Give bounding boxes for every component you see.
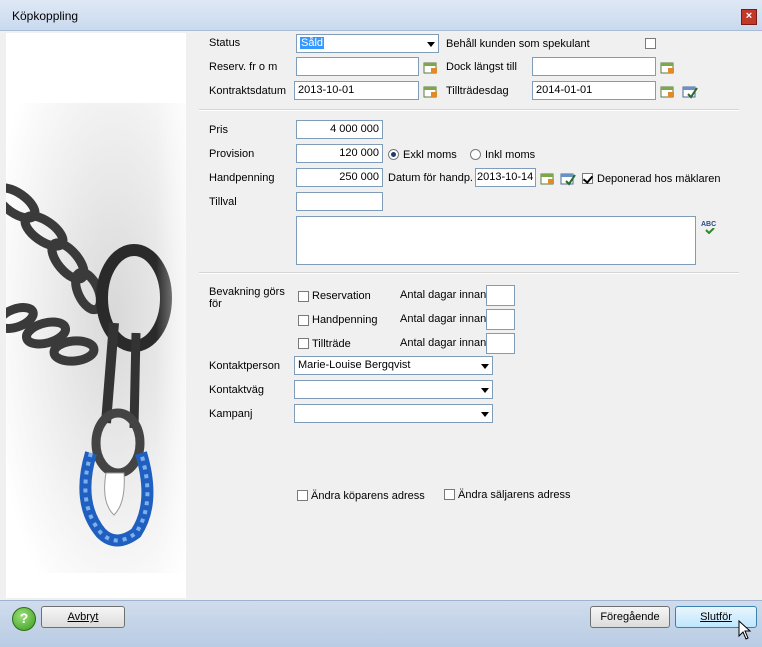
reservation-label: Reserv. fr o m [209,61,278,73]
days-before-label: Antal dagar innan [400,289,487,301]
contact-route-select[interactable] [294,380,493,399]
previous-button-label: Föregående [600,611,660,623]
help-icon[interactable]: ? [12,607,36,631]
monitor-access-checkbox[interactable] [298,338,309,349]
spellcheck-check-icon [705,228,715,234]
mouse-cursor-icon [738,620,752,640]
contact-route-label: Kontaktväg [209,384,265,396]
change-seller-address-label: Ändra säljarens adress [458,489,571,501]
status-value: Såld [300,37,325,49]
monitor-deposit-label: Handpenning [312,314,378,326]
incl-vat-label: Inkl moms [485,149,536,161]
dock-date-input[interactable] [532,57,656,76]
access-days-input[interactable] [486,333,515,354]
calendar-icon[interactable] [660,85,675,98]
monitor-reservation-label: Reservation [312,290,371,302]
status-label: Status [209,37,241,49]
deposit-input[interactable]: 250 000 [296,168,383,187]
days-before-label: Antal dagar innan [400,337,487,349]
campaign-label: Kampanj [209,408,253,420]
chevron-down-icon [481,364,489,369]
deposited-with-broker-label: Deponerad hos mäklaren [597,173,721,185]
chevron-down-icon [481,412,489,417]
contact-person-label: Kontaktperson [209,360,280,372]
separator [199,272,739,274]
commission-input[interactable]: 120 000 [296,144,383,163]
chain-illustration [6,33,186,598]
change-buyer-address-label: Ändra köparens adress [311,490,425,502]
window-title: Köpkoppling [12,9,79,23]
form-panel: Status Såld Behåll kunden som spekulant … [186,33,758,598]
campaign-select[interactable] [294,404,493,423]
access-date-input[interactable]: 2014-01-01 [532,81,656,100]
change-seller-address-checkbox[interactable] [444,489,455,500]
calendar-icon[interactable] [423,85,438,98]
separator [199,109,739,111]
excl-vat-radio[interactable] [388,149,399,160]
calendar-icon[interactable] [540,172,555,185]
monitoring-label: Bevakning görs för [209,286,285,310]
keep-customer-checkbox[interactable] [645,38,656,49]
days-before-label: Antal dagar innan [400,313,487,325]
deposit-date-label: Datum för handp. [388,172,473,184]
monitor-access-label: Tillträde [312,338,351,350]
reservation-date-input[interactable] [296,57,419,76]
excl-vat-label: Exkl moms [403,149,457,161]
price-label: Pris [209,124,228,136]
deposit-days-input[interactable] [486,309,515,330]
reservation-days-input[interactable] [486,285,515,306]
contact-person-select[interactable]: Marie-Louise Bergqvist [294,356,493,375]
spellcheck-icon[interactable]: ABC [701,221,716,228]
dialog-window: Köpkoppling × Status Såld Behåll kunden … [0,0,762,647]
deposit-date-input[interactable]: 2013-10-14 [475,168,536,187]
finish-button-label: Slutför [700,611,732,623]
change-buyer-address-checkbox[interactable] [297,490,308,501]
deposited-with-broker-checkbox[interactable] [582,173,593,184]
calendar-icon[interactable] [660,61,675,74]
monitor-reservation-checkbox[interactable] [298,291,309,302]
previous-button[interactable]: Föregående [590,606,670,628]
close-button[interactable]: × [741,9,757,25]
chevron-down-icon [481,388,489,393]
deposit-label: Handpenning [209,172,275,184]
calendar-check-icon[interactable] [682,84,698,99]
cancel-button-label: Avbryt [67,611,99,623]
status-select[interactable]: Såld [296,34,439,53]
contract-date-input[interactable]: 2013-10-01 [294,81,419,100]
monitor-deposit-checkbox[interactable] [298,315,309,326]
title-bar: Köpkoppling × [0,0,762,31]
cancel-button[interactable]: Avbryt [41,606,125,628]
decorative-chain-image [6,33,186,598]
extras-label: Tillval [209,196,237,208]
commission-label: Provision [209,148,255,160]
contact-person-value: Marie-Louise Bergqvist [298,359,411,371]
chevron-down-icon [427,42,435,47]
access-date-label: Tillträdesdag [446,85,509,97]
extras-input[interactable] [296,192,383,211]
extras-textarea[interactable] [296,216,696,265]
incl-vat-radio[interactable] [470,149,481,160]
dock-label: Dock längst till [446,61,517,73]
contract-date-label: Kontraktsdatum [209,85,287,97]
calendar-icon[interactable] [423,61,438,74]
calendar-check-icon[interactable] [560,171,576,186]
keep-customer-label: Behåll kunden som spekulant [446,38,590,50]
price-input[interactable]: 4 000 000 [296,120,383,139]
